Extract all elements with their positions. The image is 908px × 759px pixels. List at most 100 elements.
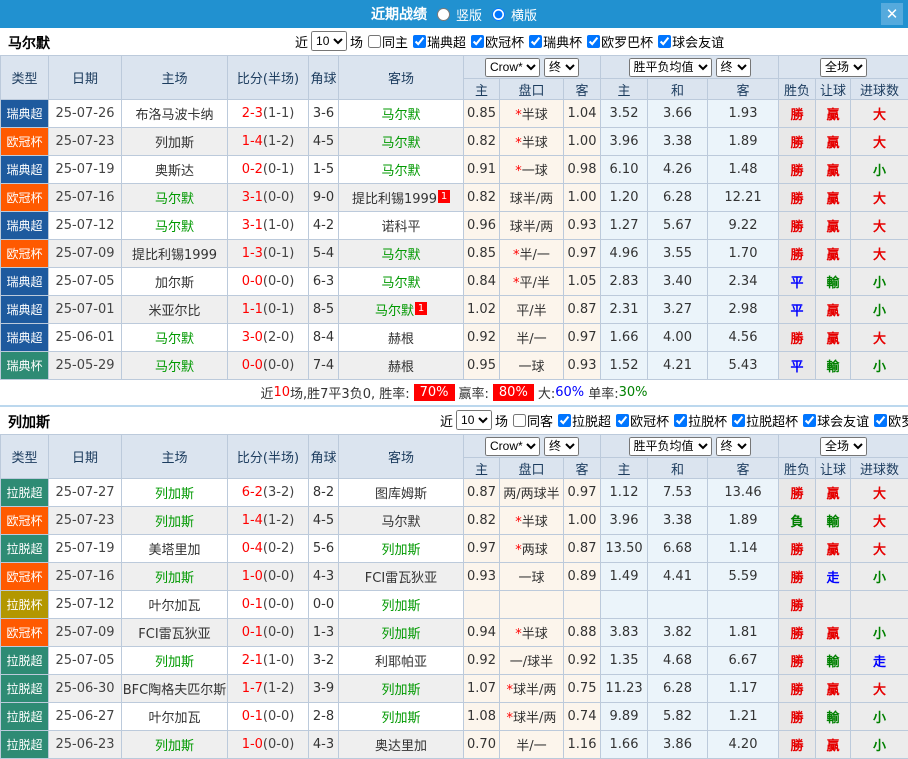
bookmaker-select[interactable]: Crow* — [485, 437, 540, 456]
league-checkbox[interactable] — [874, 414, 887, 427]
result-value: 勝 — [791, 248, 804, 263]
league-cell: 欧冠杯 — [1, 563, 49, 591]
sub-column-header: 进球数 — [851, 79, 908, 100]
sub-column-header: 和 — [648, 79, 708, 100]
vertical-layout-label[interactable]: 竖版 — [456, 5, 482, 24]
corners-cell: 1-5 — [309, 156, 339, 184]
away-odds-cell: 0.88 — [564, 619, 601, 647]
sub-column-header: 客 — [564, 458, 601, 479]
date-cell: 25-07-23 — [49, 507, 122, 535]
away-team-name: 列加斯 — [381, 711, 420, 726]
summary-text: 30% — [619, 385, 648, 400]
horizontal-layout-radio[interactable] — [492, 8, 505, 21]
result-goals-cell: 大 — [851, 212, 908, 240]
home-team-name: 列加斯 — [155, 571, 194, 586]
same-venue-checkbox[interactable] — [368, 35, 381, 48]
league-checkbox[interactable] — [616, 414, 629, 427]
home-team-name: 叶尔加瓦 — [148, 711, 200, 726]
away-odds-cell: 1.00 — [564, 184, 601, 212]
league-checkbox[interactable] — [658, 35, 671, 48]
mean-time-select[interactable]: 终 — [716, 437, 751, 456]
handicap-cell: *球半/两 — [500, 675, 564, 703]
match-scope-select[interactable]: 全场 — [820, 437, 867, 456]
match-count-select[interactable]: 10 — [456, 410, 492, 430]
home-team-name: 列加斯 — [155, 136, 194, 151]
result-value: 大 — [873, 683, 886, 698]
away-team-name: 马尔默 — [381, 248, 420, 263]
horizontal-layout-label[interactable]: 横版 — [511, 5, 537, 24]
vertical-layout-radio[interactable] — [437, 8, 450, 21]
mean-home-cell: 3.96 — [601, 507, 648, 535]
match-row: 欧冠杯25-07-16列加斯1-0(0-0)4-3FCI雷瓦狄亚0.93一球0.… — [1, 563, 908, 591]
league-checkbox[interactable] — [803, 414, 816, 427]
mean-time-select[interactable]: 终 — [716, 58, 751, 77]
handicap-value: 半球 — [522, 136, 548, 151]
away-odds-cell: 1.05 — [564, 268, 601, 296]
mean-away-cell: 12.21 — [708, 184, 779, 212]
odds-time-select[interactable]: 终 — [544, 58, 579, 77]
league-checkbox[interactable] — [587, 35, 600, 48]
match-row: 瑞典超25-07-26布洛马波卡纳2-3(1-1)3-6马尔默0.85*半球1.… — [1, 100, 908, 128]
league-cell: 拉脱超 — [1, 731, 49, 759]
result-handicap-cell: 贏 — [816, 324, 851, 352]
halftime-score: (0-0) — [263, 569, 294, 584]
mean-draw-cell: 3.27 — [648, 296, 708, 324]
result-wdl-cell: 勝 — [779, 591, 816, 619]
result-value: 勝 — [791, 683, 804, 698]
league-checkbox[interactable] — [529, 35, 542, 48]
away-team-name: 马尔默 — [381, 515, 420, 530]
close-icon: ✕ — [886, 5, 899, 23]
league-checkbox[interactable] — [471, 35, 484, 48]
away-team-cell: 提比利锡19991 — [339, 184, 464, 212]
fulltime-score: 0-1 — [242, 709, 263, 724]
mean-home-cell: 1.20 — [601, 184, 648, 212]
handicap-cell: 平/半 — [500, 296, 564, 324]
match-row: 拉脱超25-06-27叶尔加瓦0-1(0-0)2-8列加斯1.08*球半/两0.… — [1, 703, 908, 731]
away-team-name: 赫根 — [388, 332, 414, 347]
result-value: 輸 — [827, 276, 840, 291]
league-checkbox[interactable] — [413, 35, 426, 48]
score-cell: 6-2(3-2) — [228, 479, 309, 507]
close-button[interactable]: ✕ — [881, 3, 903, 25]
mean-draw-cell: 4.26 — [648, 156, 708, 184]
match-scope-select[interactable]: 全场 — [820, 58, 867, 77]
page-title: 近期战绩 — [371, 4, 427, 24]
bookmaker-select[interactable]: Crow* — [485, 58, 540, 77]
sub-column-header: 胜负 — [779, 458, 816, 479]
mean-away-cell: 2.34 — [708, 268, 779, 296]
score-cell: 1-0(0-0) — [228, 731, 309, 759]
away-odds-cell: 0.97 — [564, 324, 601, 352]
away-team-cell: 利耶帕亚 — [339, 647, 464, 675]
match-count-select[interactable]: 10 — [311, 31, 347, 51]
result-value: 勝 — [791, 543, 804, 558]
halftime-score: (0-2) — [263, 541, 294, 556]
league-checkbox[interactable] — [732, 414, 745, 427]
league-cell: 欧冠杯 — [1, 619, 49, 647]
result-value: 輸 — [827, 655, 840, 670]
league-checkbox[interactable] — [674, 414, 687, 427]
sub-column-header: 主 — [464, 458, 500, 479]
mean-type-select[interactable]: 胜平负均值 — [629, 58, 712, 77]
match-row: 拉脱杯25-07-12叶尔加瓦0-1(0-0)0-0列加斯勝 — [1, 591, 908, 619]
odds-time-select[interactable]: 终 — [544, 437, 579, 456]
handicap-cell: *平/半 — [500, 268, 564, 296]
league-checkbox[interactable] — [558, 414, 571, 427]
result-value: 輸 — [827, 515, 840, 530]
date-cell: 25-07-16 — [49, 184, 122, 212]
score-cell: 3-1(0-0) — [228, 184, 309, 212]
home-odds-cell — [464, 591, 500, 619]
home-team-name: FCI雷瓦狄亚 — [138, 627, 210, 642]
handicap-value: 半/一 — [516, 332, 546, 347]
mean-home-cell: 2.83 — [601, 268, 648, 296]
mean-type-select[interactable]: 胜平负均值 — [629, 437, 712, 456]
league-cell: 瑞典超 — [1, 296, 49, 324]
handicap-cell: 半/一 — [500, 731, 564, 759]
halftime-score: (1-1) — [263, 106, 294, 121]
result-handicap-cell — [816, 591, 851, 619]
result-value: 輸 — [827, 360, 840, 375]
odds-source-group: Crow*终 — [464, 56, 601, 79]
result-value: 勝 — [791, 571, 804, 586]
mean-draw-cell: 3.82 — [648, 619, 708, 647]
same-venue-checkbox[interactable] — [513, 414, 526, 427]
fulltime-score: 1-3 — [242, 246, 263, 261]
